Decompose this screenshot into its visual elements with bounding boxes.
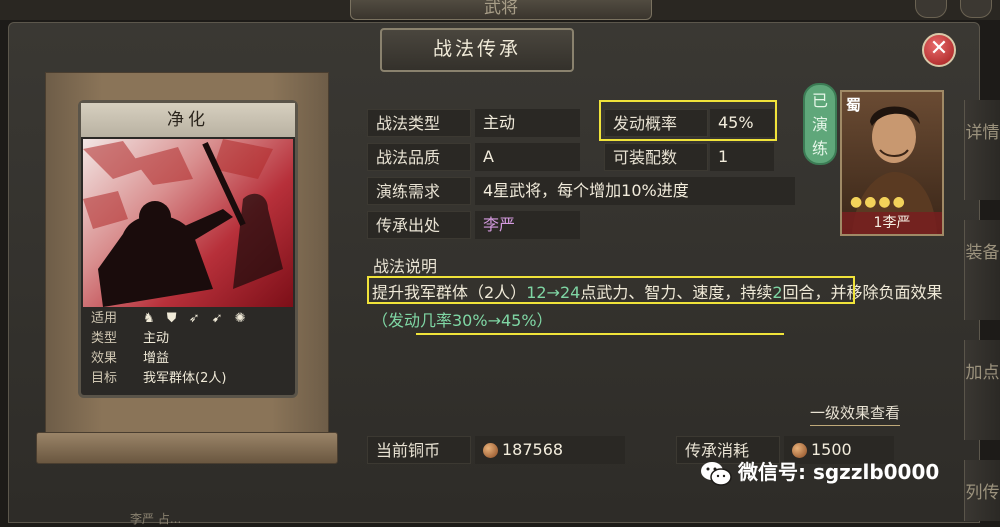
train-requirement-value: 4星武将，每个增加10%进度 <box>475 177 795 205</box>
cavalry-icon: ♞ <box>143 311 155 326</box>
card-row-applicable: 适用 ♞ ⛊ ➶ ➹ ✺ <box>85 309 291 329</box>
hero-name: 1李严 <box>842 212 942 234</box>
train-requirement-label: 演练需求 <box>367 177 471 205</box>
bottom-cut-text: 李严 占... <box>130 512 182 526</box>
side-tab-biography[interactable]: 列传 <box>964 460 1000 521</box>
trained-badge: 已演练 <box>803 83 837 165</box>
bow-icon: ➶ <box>188 311 200 326</box>
watermark-text: 微信号: sgzzlb0000 <box>738 460 940 484</box>
slots-value: 1 <box>710 143 774 171</box>
hero-faction: 蜀 <box>846 96 862 114</box>
card-row-target: 目标 我军群体(2人) <box>85 369 291 389</box>
wechat-watermark: 微信号: sgzzlb0000 <box>700 456 939 488</box>
card-row-type: 类型 主动 <box>85 329 291 349</box>
wechat-icon <box>701 461 732 486</box>
top-right-button-1[interactable] <box>915 0 947 18</box>
current-coins-value: 187568 <box>475 436 625 464</box>
card-row-value: 增益 <box>143 351 170 366</box>
scroll-roller <box>36 432 338 464</box>
skill-type-label: 战法类型 <box>367 109 471 137</box>
card-row-key: 适用 <box>91 311 118 326</box>
siege-icon: ✺ <box>234 311 246 326</box>
skill-card-info: 适用 ♞ ⛊ ➶ ➹ ✺ 类型 主动 效果 增益 目标 我军群体(2人) <box>85 309 291 389</box>
side-tab-equipment[interactable]: 装备 <box>964 220 1000 320</box>
shield-icon: ⛊ <box>166 311 177 326</box>
coin-icon <box>483 443 498 458</box>
close-button[interactable]: ✕ <box>922 33 956 67</box>
card-row-key: 效果 <box>91 351 118 366</box>
skill-quality-label: 战法品质 <box>367 143 471 171</box>
side-tab-points[interactable]: 加点 <box>964 340 1000 440</box>
description-title: 战法说明 <box>373 257 438 276</box>
skill-card: 净化 适用 ♞ ⛊ ➶ ➹ ✺ 类型 主动 效果 增益 目标 我军群体(2人) <box>78 100 298 398</box>
trigger-rate-highlight <box>599 100 777 141</box>
hero-stars: ●●●● <box>850 194 907 210</box>
level-one-effect-link[interactable]: 一级效果查看 <box>810 402 901 426</box>
spear-icon: ➹ <box>211 311 223 326</box>
skill-type-value: 主动 <box>475 109 580 137</box>
top-right-button-2[interactable] <box>960 0 992 18</box>
card-row-key: 类型 <box>91 331 118 346</box>
card-row-value: 我军群体(2人) <box>143 371 227 386</box>
window-title: 战法传承 <box>380 28 574 72</box>
current-coins-amount: 187568 <box>502 440 564 459</box>
card-row-key: 目标 <box>91 371 118 386</box>
skill-card-art <box>83 139 293 307</box>
card-row-value: 主动 <box>143 331 170 346</box>
hero-portrait[interactable]: 蜀 ●●●● 1李严 <box>840 90 944 236</box>
troop-icons: ♞ ⛊ ➶ ➹ ✺ <box>143 309 254 329</box>
current-coins-label: 当前铜币 <box>367 436 471 464</box>
source-value[interactable]: 李严 <box>475 211 580 239</box>
top-tab-generals[interactable]: 武将 <box>350 0 652 20</box>
source-label: 传承出处 <box>367 211 471 239</box>
card-row-effect: 效果 增益 <box>85 349 291 369</box>
skill-quality-value: A <box>475 143 580 171</box>
description-underline <box>416 333 784 335</box>
skill-card-name: 净化 <box>81 103 295 137</box>
slots-label: 可装配数 <box>604 143 708 171</box>
description-trigger-rate: （发动几率30%→45%） <box>372 311 553 330</box>
source-hero-link[interactable]: 李严 <box>483 215 515 234</box>
description-highlight-box <box>367 276 855 304</box>
side-tab-details[interactable]: 详情 <box>964 100 1000 200</box>
